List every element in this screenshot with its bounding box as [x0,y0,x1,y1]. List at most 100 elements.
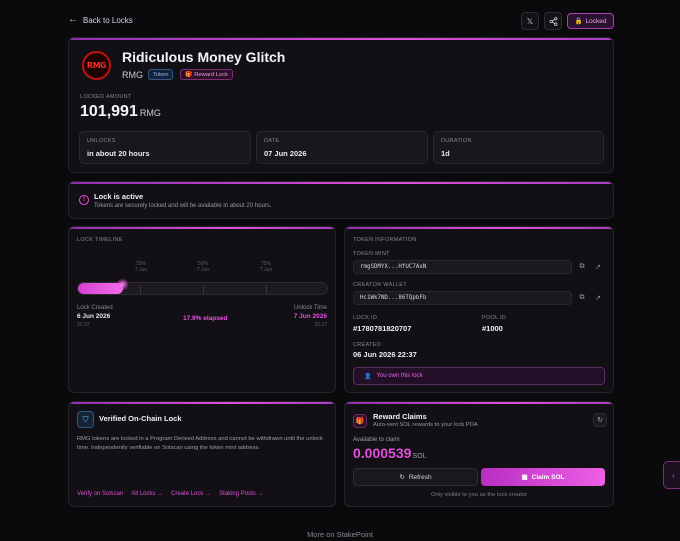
owner-notice: 👤 You own this lock [353,367,605,385]
creator-wallet-value: Hc1Wk7ND...86TQpbFb [360,295,427,301]
stat-date-label: DATE [264,138,280,144]
token-information-card: TOKEN INFORMATION TOKEN MINT rmgSDMYX...… [344,226,614,393]
arrow-left-icon: ← [68,14,78,25]
more-on-stakepoint-heading: More on StakePoint [307,530,373,539]
open-mint-button[interactable]: ↗ [593,262,603,272]
lock-status-title: Lock is active [94,192,144,201]
reward-claims-card: 🎁 Reward Claims Auto-sent SOL rewards to… [344,401,614,507]
creator-only-note: Only visible to you as the lock creator [430,492,527,498]
available-label: Available to claim [353,437,400,443]
share-button[interactable] [544,12,562,30]
tick-date: 7 Jun [259,267,273,273]
shield-icon: ⛉ [77,411,94,428]
verified-body: RMG tokens are locked in a Program Deriv… [77,436,323,451]
reward-lock-pill: 🎁 Reward Lock [180,69,234,80]
verify-solscan-link[interactable]: Verify on Solscan [77,491,123,497]
verified-title: Verified On-Chain Lock [99,414,182,423]
verified-links: Verify on Solscan All Locks → Create Loc… [77,491,263,497]
timeline-label: LOCK TIMELINE [77,237,123,243]
timeline-created: Lock Created 6 Jun 2026 22:37 [77,305,113,328]
timeline-tick: 25% 7 Jun [126,261,156,273]
create-lock-link[interactable]: Create Lock → [171,491,211,497]
timeline-progress-marker [115,278,129,291]
copy-icon: ⧉ [579,263,585,270]
creator-wallet-address: Hc1Wk7ND...86TQpbFb [353,291,572,305]
created-label: CREATED [353,342,381,348]
timeline-tick: 75% 7 Jun [251,261,281,273]
back-label: Back to Locks [83,15,133,25]
refresh-icon: ↻ [399,474,405,481]
open-creator-button[interactable]: ↗ [593,293,603,303]
created-label: Lock Created [77,305,113,311]
unlock-label: Unlock Time [293,305,327,311]
locked-amount: 101,991 RMG [80,103,161,121]
unlock-time: 22:37 [314,322,327,328]
available-amount-unit: SOL [412,453,427,460]
tick-date: 7 Jun [196,267,210,273]
stat-duration-value: 1d [441,149,450,158]
timeline-divider [140,285,141,294]
lock-id-label: LOCK ID [353,315,378,321]
token-logo-text: RMG [86,61,107,70]
timeline-progress-bar [77,282,328,295]
refresh-button[interactable]: ↻ Refresh [353,468,478,486]
token-logo: RMG [82,51,111,80]
stat-date-value: 07 Jun 2026 [264,149,307,158]
lock-id-value: #1780781820707 [353,324,412,333]
back-to-locks-link[interactable]: ← Back to Locks [68,15,133,25]
locked-status-badge: 🔒 Locked [567,13,614,29]
pool-id-value: #1000 [482,324,503,333]
stat-unlocks-value: in about 20 hours [87,149,150,158]
reward-lock-label: Reward Lock [194,71,229,78]
x-logo-icon: 𝕏 [526,16,534,26]
side-panel-toggle[interactable]: ‹ [663,461,680,489]
pool-id-label: POOL ID [482,315,507,321]
claim-sol-button[interactable]: ▣ Claim SOL [481,468,605,486]
lock-timeline-card: LOCK TIMELINE 25% 7 Jun 50% 7 Jun 75% 7 Jun… [68,226,336,393]
locked-amount-unit: RMG [139,108,161,118]
share-x-button[interactable]: 𝕏 [521,12,539,30]
reward-refresh-button[interactable]: ↻ [593,413,607,427]
share-icon [549,16,557,26]
staking-pools-link[interactable]: Staking Pools → [219,491,263,497]
timeline-unlock: Unlock Time 7 Jun 2026 22:37 [294,305,327,328]
timeline-divider [266,285,267,294]
stat-unlocks: UNLOCKS in about 20 hours [79,131,251,164]
token-mint-value: rmgSDMYX...HfUC7AxN [360,264,427,270]
elapsed-text: 17.9% elapsed [183,315,228,322]
copy-icon: ⧉ [579,294,585,301]
info-icon: ! [79,195,89,205]
token-info-label: TOKEN INFORMATION [353,237,417,243]
lock-status-subtitle: Tokens are securely locked and will be a… [94,203,272,209]
token-name: Ridiculous Money Glitch [122,49,286,65]
reward-title: Reward Claims [373,412,427,421]
external-link-icon: ↗ [595,295,601,302]
lock-status-card: ! Lock is active Tokens are securely loc… [68,181,614,219]
claim-sol-label: Claim SOL [531,473,565,481]
created-date: 6 Jun 2026 [77,313,111,320]
stat-duration-label: DURATION [441,138,472,144]
all-locks-link[interactable]: All Locks → [131,491,163,497]
timeline-divider [203,285,204,294]
copy-creator-button[interactable]: ⧉ [577,293,587,303]
stat-unlocks-label: UNLOCKS [87,138,116,144]
token-header-card: RMG Ridiculous Money Glitch RMG Token 🎁 R… [68,37,614,173]
refresh-icon: ↻ [597,417,603,424]
copy-mint-button[interactable]: ⧉ [577,262,587,272]
creator-wallet-label: CREATOR WALLET [353,282,407,288]
gift-icon: 🎁 [185,71,193,78]
timeline-tick: 50% 7 Jun [188,261,218,273]
lock-icon: 🔒 [574,18,583,25]
token-symbol: RMG [122,70,143,80]
token-mint-label: TOKEN MINT [353,251,390,257]
token-mint-address: rmgSDMYX...HfUC7AxN [353,260,572,274]
locked-badge-label: Locked [585,17,607,25]
stat-duration: DURATION 1d [433,131,604,164]
reward-subtitle: Auto-sent SOL rewards to your lock PDA [373,422,478,428]
refresh-button-label: Refresh [408,473,432,481]
unlock-date: 7 Jun 2026 [293,313,327,320]
timeline-elapsed: 17.9% elapsed [183,313,227,322]
created-time: 22:37 [77,322,90,328]
available-amount-value: 0.000539 [353,445,412,461]
external-link-icon: ↗ [595,264,601,271]
